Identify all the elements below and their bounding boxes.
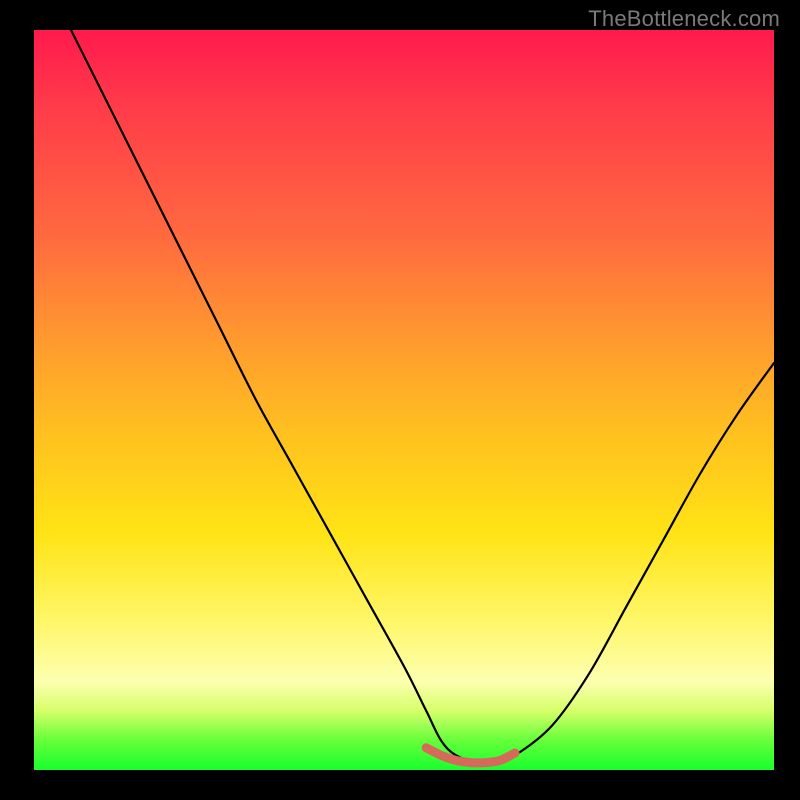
chart-frame: TheBottleneck.com: [0, 0, 800, 800]
curve-svg: [34, 30, 774, 770]
watermark-text: TheBottleneck.com: [588, 6, 780, 32]
bottom-marker-path: [426, 748, 515, 763]
plot-area: [34, 30, 774, 770]
bottleneck-curve-path: [71, 30, 774, 764]
